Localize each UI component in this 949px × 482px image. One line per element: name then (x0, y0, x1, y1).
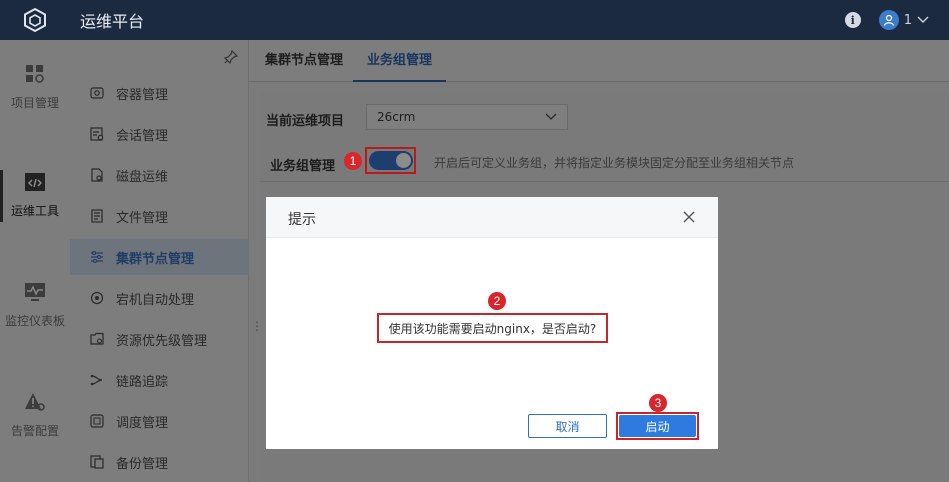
pin-icon[interactable] (224, 50, 238, 64)
group-toggle[interactable] (368, 151, 413, 170)
divider (260, 181, 949, 182)
step-marker-2: 2 (488, 292, 506, 310)
sidebar-item-label: 项目管理 (10, 95, 59, 110)
subnav-item-label: 会话管理 (116, 128, 169, 144)
priority-icon (90, 332, 104, 345)
user-menu[interactable]: 1 (878, 10, 929, 30)
sidebar-item-dashboard[interactable]: 监控仪表板 (0, 260, 70, 350)
container-icon (90, 87, 104, 99)
subnav-item-label: 备份管理 (116, 456, 169, 472)
session-icon (90, 127, 104, 141)
sidebar-item-label: 监控仪表板 (4, 313, 65, 328)
cancel-button[interactable]: 取消 (528, 414, 607, 438)
grid-icon (26, 64, 44, 83)
start-button[interactable]: 启动 (619, 415, 696, 437)
subnav-item-container[interactable]: 容器管理 (70, 75, 249, 111)
subnav-item-session[interactable]: 会话管理 (70, 116, 249, 152)
code-icon (25, 172, 45, 191)
top-bar: 运维平台 i 1 (0, 0, 949, 40)
subnav-item-schedule[interactable]: 调度管理 (70, 403, 249, 439)
info-icon[interactable]: i (844, 12, 861, 28)
tab-bar: 集群节点管理 业务组管理 (249, 40, 949, 82)
primary-sidebar: 项目管理 运维工具 监控仪表板 告警配置 (0, 40, 70, 482)
highlight-box-toggle (365, 147, 416, 174)
subnav-item-backup[interactable]: 备份管理 (70, 444, 249, 480)
backup-icon (90, 455, 104, 469)
alert-icon (25, 392, 45, 411)
sidebar-item-ops-tools[interactable]: 运维工具 (0, 150, 70, 240)
step-marker-1: 1 (344, 152, 362, 170)
sidebar-item-project[interactable]: 项目管理 (0, 42, 70, 132)
tab-business-group[interactable]: 业务组管理 (353, 40, 447, 82)
chevron-down-icon (917, 16, 929, 23)
schedule-icon (90, 414, 104, 428)
subnav-item-label: 宕机自动处理 (116, 292, 195, 308)
highlight-box-ok: 启动 (616, 412, 699, 440)
file-icon (91, 209, 103, 223)
subnav-item-label: 调度管理 (116, 415, 169, 431)
subnav-item-label: 容器管理 (116, 87, 169, 103)
app-title: 运维平台 (80, 12, 145, 31)
subnav-item-file[interactable]: 文件管理 (70, 198, 249, 234)
subnav-item-disk[interactable]: 磁盘运维 (70, 157, 249, 193)
toggle-knob (395, 153, 411, 168)
user-name: 1 (903, 12, 912, 28)
group-description: 开启后可定义业务组，并将指定业务模块固定分配至业务组相关节点 (434, 156, 795, 170)
avatar-icon (878, 10, 899, 30)
recovery-icon (90, 291, 104, 305)
subnav-item-label: 文件管理 (116, 210, 169, 226)
sidebar-item-label: 告警配置 (10, 423, 59, 438)
step-marker-3: 3 (649, 394, 667, 412)
chevron-down-icon (545, 113, 557, 120)
dialog-title: 提示 (288, 212, 316, 228)
logo-icon[interactable] (0, 0, 70, 40)
dialog-header: 提示 (266, 197, 718, 238)
cluster-icon (91, 250, 103, 264)
confirm-dialog: 提示 2 使用该功能需要启动nginx，是否启动? 3 取消 启动 (266, 197, 718, 449)
tab-cluster-nodes[interactable]: 集群节点管理 (265, 40, 343, 82)
monitor-icon (25, 282, 45, 301)
sidebar-item-label: 运维工具 (10, 203, 59, 218)
subnav-item-label: 资源优先级管理 (116, 333, 208, 349)
trace-icon (90, 374, 103, 386)
disk-icon (91, 168, 103, 182)
project-select-value: 26crm (377, 110, 416, 124)
dialog-message: 使用该功能需要启动nginx，是否启动? (377, 313, 608, 343)
secondary-sidebar: 容器管理 会话管理 磁盘运维 文件管理 集群节点管理 宕机自动处理 资源优先级管… (70, 40, 249, 482)
group-label: 业务组管理 (270, 159, 336, 174)
subnav-item-priority[interactable]: 资源优先级管理 (70, 321, 249, 357)
close-icon[interactable] (682, 210, 696, 224)
sidebar-item-alerts[interactable]: 告警配置 (0, 370, 70, 460)
subnav-item-recovery[interactable]: 宕机自动处理 (70, 280, 249, 316)
subnav-item-trace[interactable]: 链路追踪 (70, 362, 249, 398)
subnav-item-label: 磁盘运维 (116, 169, 169, 185)
project-label: 当前运维项目 (266, 114, 345, 129)
subnav-item-label: 集群节点管理 (116, 251, 195, 267)
subnav-item-cluster[interactable]: 集群节点管理 (70, 239, 249, 275)
project-select[interactable]: 26crm (366, 104, 568, 130)
subnav-item-label: 链路追踪 (116, 374, 169, 390)
